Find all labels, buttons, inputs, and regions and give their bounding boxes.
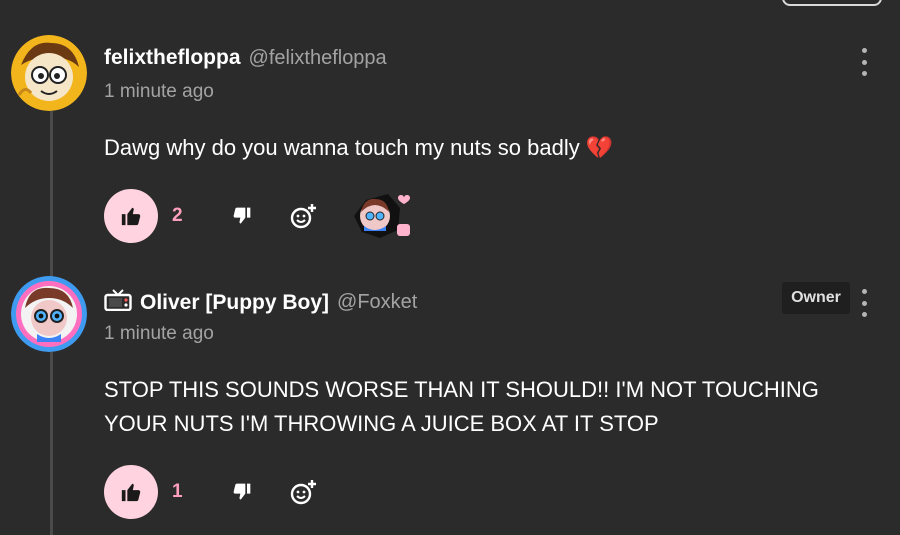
comment-text-line-1: STOP THIS SOUNDS WORSE THAN IT SHOULD!! … <box>104 377 819 402</box>
comment-text-line-2: YOUR NUTS I'M THROWING A JUICE BOX AT IT… <box>104 411 659 436</box>
timestamp: 1 minute ago <box>104 81 214 102</box>
avatar[interactable] <box>11 35 87 111</box>
like-count: 1 <box>172 481 183 502</box>
author-name[interactable]: felixthefloppa <box>104 46 241 70</box>
like-button[interactable] <box>104 189 158 243</box>
owner-badge: Owner <box>782 282 850 314</box>
thumbs-up-icon <box>121 483 141 502</box>
author-handle[interactable]: @Foxket <box>337 291 417 314</box>
author-name[interactable]: Oliver [Puppy Boy] <box>140 291 329 315</box>
like-count: 2 <box>172 205 183 226</box>
comment-header: felixthefloppa @felixthefloppa <box>104 46 387 70</box>
thumbs-up-icon <box>121 207 141 226</box>
author-handle[interactable]: @felixthefloppa <box>249 47 387 70</box>
like-button[interactable] <box>104 465 158 519</box>
tv-icon <box>104 289 132 316</box>
add-reaction-button[interactable] <box>288 477 318 507</box>
dislike-button[interactable] <box>229 479 255 505</box>
more-vertical-icon[interactable] <box>858 289 870 317</box>
timestamp: 1 minute ago <box>104 323 214 344</box>
thumbs-down-icon <box>233 483 251 500</box>
add-reaction-icon <box>290 204 316 229</box>
comment-header: Oliver [Puppy Boy] @Foxket <box>104 289 417 316</box>
top-partial-button[interactable] <box>782 0 882 6</box>
add-reaction-button[interactable] <box>288 201 318 231</box>
dislike-button[interactable] <box>229 203 255 229</box>
more-vertical-icon[interactable] <box>858 48 870 76</box>
comment-text: Dawg why do you wanna touch my nuts so b… <box>104 135 614 160</box>
avatar[interactable] <box>11 276 87 352</box>
add-reaction-icon <box>290 480 316 505</box>
thumbs-down-icon <box>233 207 251 224</box>
creator-heart-reaction <box>352 190 416 242</box>
